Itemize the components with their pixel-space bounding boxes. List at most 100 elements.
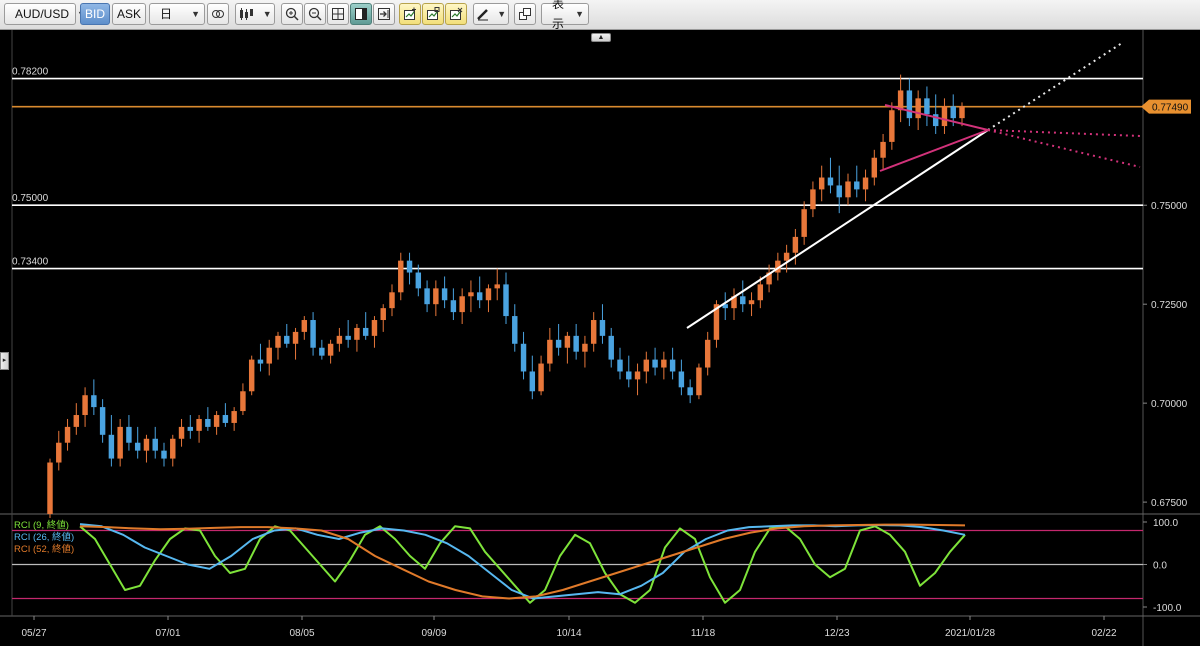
- ask-button[interactable]: ASK: [112, 3, 146, 25]
- candle-body: [178, 426, 185, 439]
- drawing-tools-select[interactable]: ▼: [473, 3, 509, 25]
- date-axis-label: 09/09: [421, 628, 446, 639]
- rci-axis-label: 100.0: [1153, 518, 1178, 529]
- chevron-down-icon: ▼: [575, 9, 584, 19]
- candle-body: [222, 415, 229, 423]
- candle-body: [117, 426, 123, 459]
- candle-body: [836, 185, 842, 198]
- symbol-label: AUD/USD: [15, 7, 70, 21]
- candle-body: [503, 284, 509, 317]
- rci-legend-item: RCI (52, 終値): [14, 543, 74, 555]
- collapse-toolbar-button[interactable]: ▲: [591, 33, 611, 42]
- timeframe-select[interactable]: 日 ▼: [149, 3, 205, 25]
- candle-body: [354, 327, 360, 340]
- candle-body: [126, 426, 132, 443]
- candle-body: [485, 288, 492, 301]
- candle-body: [406, 260, 413, 273]
- horizontal-line-label: 0.73400: [12, 257, 49, 268]
- candle-body: [599, 320, 606, 336]
- window-layout-button[interactable]: [514, 3, 536, 25]
- candle-body: [73, 415, 80, 427]
- candle-body: [687, 387, 693, 396]
- chart-type-select[interactable]: ▼: [235, 3, 275, 25]
- candle-body: [441, 288, 448, 301]
- chart-add-icon: [404, 7, 416, 20]
- candle-body: [915, 98, 921, 119]
- scroll-to-end-button[interactable]: [373, 3, 395, 25]
- candle-body: [617, 359, 623, 372]
- candle-body: [862, 177, 869, 190]
- candle-body: [880, 141, 886, 158]
- candle-body: [590, 320, 597, 344]
- candle-body: [626, 371, 632, 380]
- candle-body: [520, 343, 527, 372]
- rci-series-line: [79, 523, 966, 600]
- indicator-settings-button[interactable]: [422, 3, 444, 25]
- candle-body: [643, 359, 650, 372]
- candle-body: [669, 359, 676, 372]
- symbol-select[interactable]: AUD/USD ▼: [4, 3, 86, 25]
- candle-body: [415, 272, 422, 289]
- candle-body: [327, 343, 334, 356]
- windows-icon: [519, 8, 531, 20]
- candle-body: [696, 367, 702, 396]
- candle-body: [213, 415, 220, 427]
- candle-body: [494, 284, 500, 289]
- timeframe-label: 日: [160, 7, 173, 21]
- candle-body: [889, 110, 895, 142]
- candle-body: [248, 359, 255, 392]
- candle-body: [924, 98, 930, 115]
- candle-body: [634, 371, 641, 380]
- candle-body: [582, 343, 588, 352]
- chevron-down-icon: ▼: [262, 9, 272, 19]
- chart-area[interactable]: 0.75000 0.72500 0.70000 0.67500 0.78200 0.750…: [0, 30, 1200, 646]
- price-chart[interactable]: 0.75000 0.72500 0.70000 0.67500 0.78200 0.750…: [0, 30, 1200, 646]
- candle-body: [152, 438, 158, 451]
- candle-body: [99, 407, 106, 435]
- crosshair-button[interactable]: [327, 3, 349, 25]
- candle-body: [757, 284, 764, 301]
- price-axis-label: 0.70000: [1151, 399, 1188, 410]
- candle-body: [187, 426, 194, 431]
- candle-body: [433, 288, 439, 305]
- candle-body: [231, 411, 237, 423]
- candle-body: [108, 434, 115, 459]
- candle-body: [845, 181, 851, 198]
- candle-body: [652, 359, 658, 368]
- remove-indicator-button[interactable]: [445, 3, 467, 25]
- link-icon: [212, 10, 224, 18]
- candle-body: [284, 335, 290, 344]
- candle-body: [538, 363, 544, 392]
- candle-body: [783, 252, 790, 261]
- price-panel-toggle[interactable]: [350, 3, 372, 25]
- candle-body: [608, 335, 614, 360]
- candle-body: [801, 209, 807, 237]
- add-indicator-button[interactable]: [399, 3, 421, 25]
- candle-body: [380, 308, 386, 321]
- rci-axis-label: 0.0: [1153, 561, 1167, 572]
- candle-body: [196, 418, 202, 431]
- toolbar: AUD/USD ▼ BID ASK 日 ▼ ▼ ▼: [0, 0, 1200, 31]
- zoom-out-button[interactable]: [304, 3, 326, 25]
- expand-side-panel-button[interactable]: ▸: [0, 352, 9, 370]
- display-menu[interactable]: 表示 ▼: [541, 0, 589, 31]
- candle-body: [345, 335, 351, 340]
- arrow-right-bar-icon: [378, 8, 390, 20]
- zoom-in-button[interactable]: [281, 3, 303, 25]
- candle-body: [205, 418, 211, 427]
- price-axis-label: 0.67500: [1151, 498, 1188, 509]
- candle-body: [529, 371, 536, 392]
- candle-body: [82, 395, 88, 416]
- candle-body: [170, 438, 176, 459]
- link-windows-button[interactable]: [207, 3, 229, 25]
- bid-button[interactable]: BID: [80, 3, 110, 25]
- candle-body: [459, 296, 465, 313]
- candle-body: [292, 331, 299, 344]
- date-axis-label: 02/22: [1091, 628, 1116, 639]
- chevron-down-icon: ▼: [497, 9, 507, 19]
- candle-body: [678, 371, 685, 388]
- candle-body: [564, 335, 571, 348]
- candle-body: [468, 292, 474, 297]
- rci-legend-item: RCI (9, 終値): [14, 519, 69, 531]
- horizontal-line-label: 0.75000: [12, 193, 49, 204]
